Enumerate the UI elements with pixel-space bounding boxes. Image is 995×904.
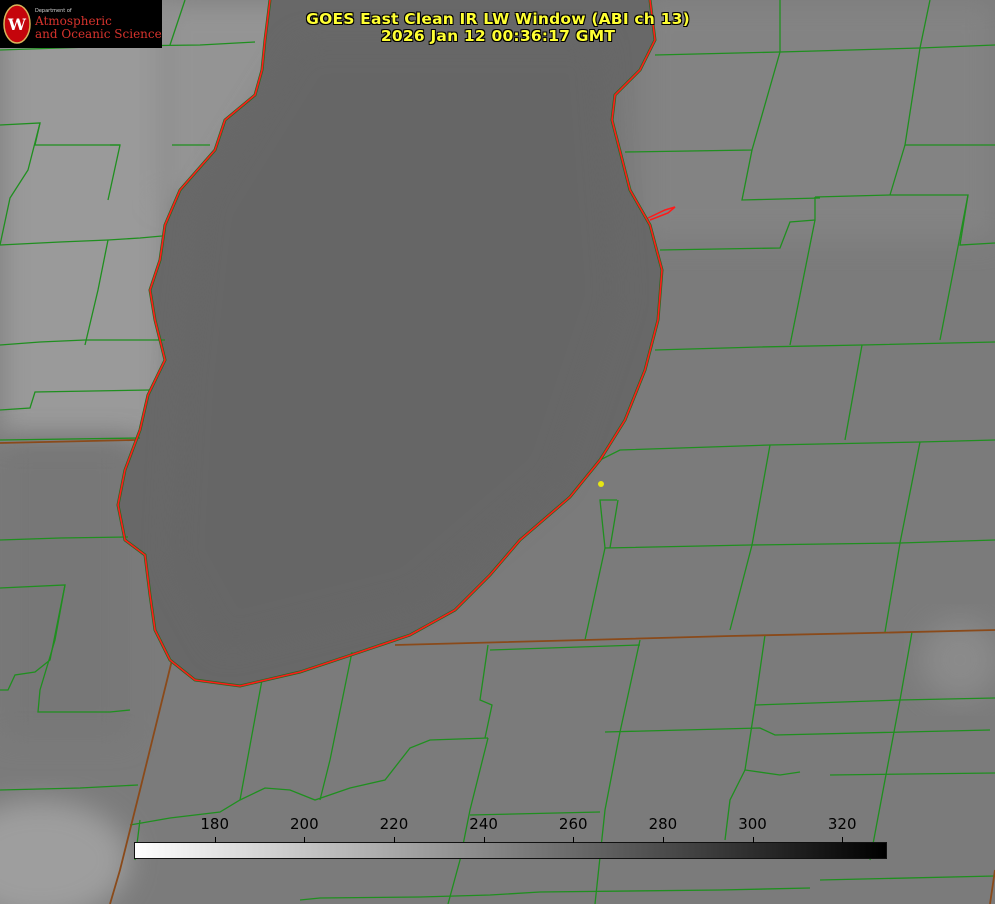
colorbar-tick-mark	[483, 837, 485, 843]
colorbar-tick-label: 320	[827, 815, 857, 833]
location-marker	[598, 481, 604, 487]
colorbar-tick-mark	[752, 837, 754, 843]
colorbar-tick-label: 180	[200, 815, 229, 833]
colorbar-tick-mark	[393, 837, 395, 843]
colorbar-tick-label: 220	[379, 815, 409, 833]
image-title: GOES East Clean IR LW Window (ABI ch 13)…	[306, 11, 690, 45]
colorbar-tick-label: 200	[289, 815, 319, 833]
colorbar-tick-mark	[573, 837, 575, 843]
colorbar-tick-label: 300	[738, 815, 767, 833]
temperature-colorbar	[134, 842, 887, 859]
svg-text:W: W	[7, 15, 27, 34]
colorbar-tick-mark	[662, 837, 664, 843]
logo-line-2: and Oceanic Sciences	[35, 27, 162, 41]
colorbar-tick-mark	[214, 837, 216, 843]
satellite-map-view: W Department of Atmospheric and Oceanic …	[0, 0, 995, 904]
ir-satellite-map	[0, 0, 995, 904]
title-timestamp: 2026 Jan 12 00:36:17 GMT	[380, 27, 616, 45]
colorbar-tick-mark	[304, 837, 306, 843]
title-product: GOES East Clean IR LW Window (ABI ch 13)	[306, 10, 690, 28]
colorbar-tick-mark	[842, 837, 844, 843]
colorbar-tick-label: 240	[469, 815, 498, 833]
colorbar-tick-label: 260	[558, 815, 588, 833]
uw-crest-icon: W	[3, 4, 31, 44]
logo-line-1: Atmospheric	[35, 14, 112, 28]
uw-aos-logo: W Department of Atmospheric and Oceanic …	[0, 0, 162, 48]
colorbar-tick-label: 280	[648, 815, 678, 833]
